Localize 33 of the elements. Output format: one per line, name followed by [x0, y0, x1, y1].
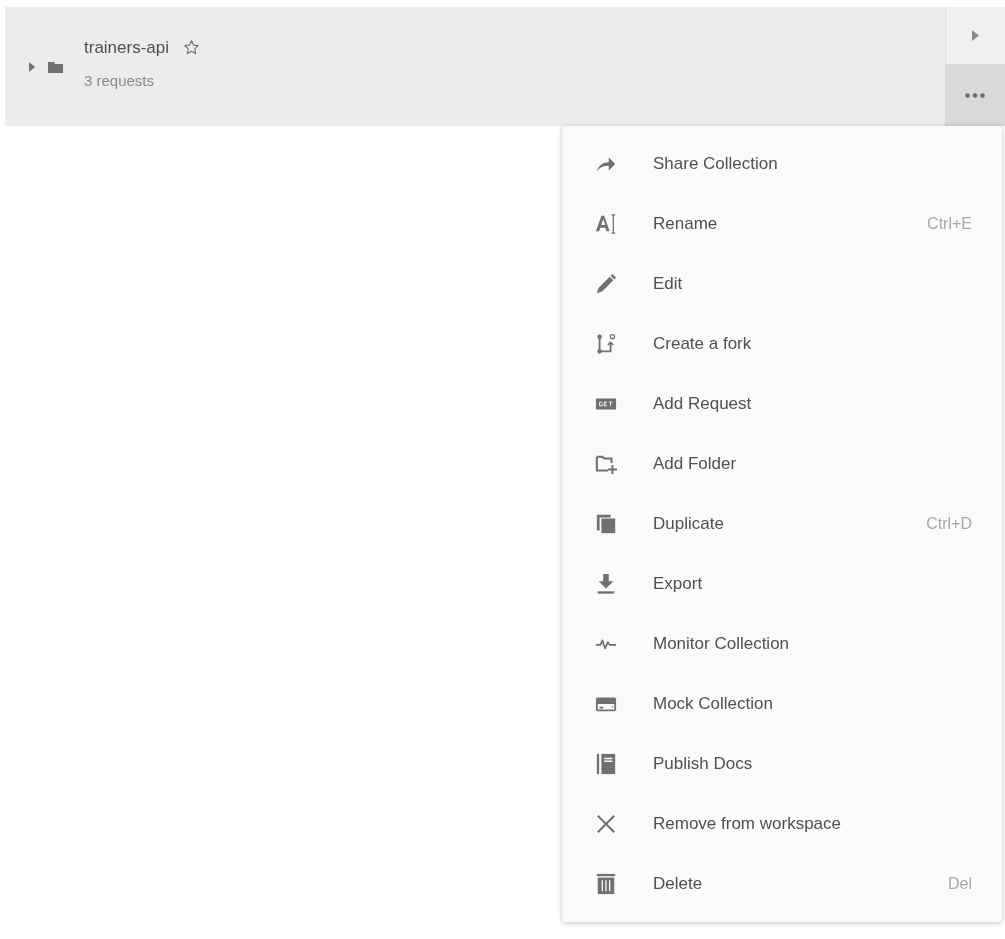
- caret-icon[interactable]: [28, 61, 36, 72]
- menu-item[interactable]: Publish Docs: [562, 734, 1002, 794]
- menu-item[interactable]: Edit: [562, 254, 1002, 314]
- more-icon: [965, 92, 985, 98]
- download-icon: [595, 573, 617, 595]
- book-icon: [595, 753, 617, 775]
- collection-name: trainers-api: [84, 36, 170, 59]
- menu-item[interactable]: Create a fork: [562, 314, 1002, 374]
- menu-item[interactable]: Share Collection: [562, 134, 1002, 194]
- menu-item[interactable]: Add Folder: [562, 434, 1002, 494]
- collection-row[interactable]: trainers-api 3 requests: [5, 7, 945, 126]
- shortcut-hint: Ctrl+E: [927, 214, 972, 234]
- folder-plus-icon: [595, 453, 617, 475]
- menu-item[interactable]: Rename Ctrl+E: [562, 194, 1002, 254]
- menu-item[interactable]: Export: [562, 554, 1002, 614]
- fork-icon: [595, 333, 617, 355]
- menu-item[interactable]: Duplicate Ctrl+D: [562, 494, 1002, 554]
- rename-icon: [595, 213, 617, 235]
- menu-item[interactable]: Remove from workspace: [562, 794, 1002, 854]
- folder-icon: [48, 60, 63, 73]
- menu-item[interactable]: Add Request: [562, 374, 1002, 434]
- menu-item[interactable]: Monitor Collection: [562, 614, 1002, 674]
- menu-item[interactable]: Delete Del: [562, 854, 1002, 914]
- shortcut-hint: Del: [948, 874, 972, 894]
- shortcut-hint: Ctrl+D: [926, 514, 972, 534]
- pencil-icon: [595, 273, 617, 295]
- trash-icon: [595, 873, 617, 895]
- menu-item[interactable]: Mock Collection: [562, 674, 1002, 734]
- copy-icon: [595, 513, 617, 535]
- close-icon: [595, 813, 617, 835]
- play-icon: [972, 30, 979, 41]
- request-count: 3 requests: [84, 71, 156, 91]
- star-icon[interactable]: [183, 38, 201, 56]
